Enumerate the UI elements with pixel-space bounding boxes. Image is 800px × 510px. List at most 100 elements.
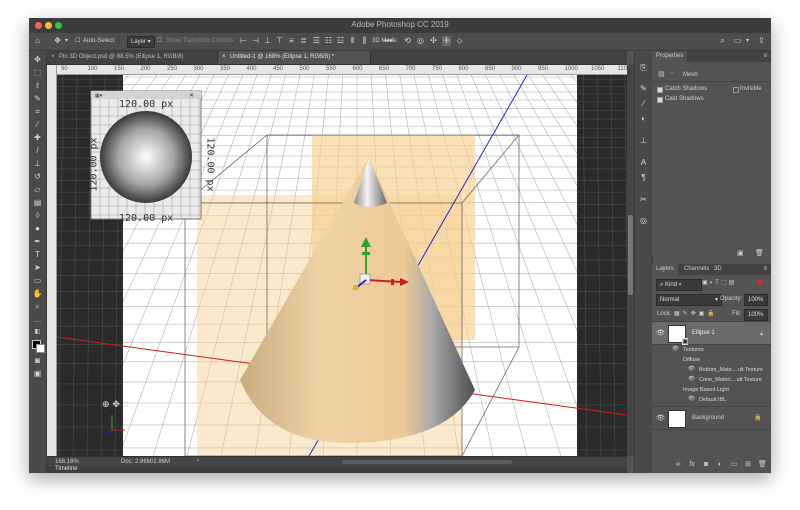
default-colors-icon[interactable]: ◧ — [32, 327, 43, 338]
eraser-tool-icon[interactable]: ▱ — [32, 184, 43, 195]
auto-select-checkbox[interactable]: ☐ — [75, 36, 80, 47]
secondary-view-close-icon[interactable]: ✕ — [189, 92, 194, 99]
doc-size[interactable]: Doc: 2.86M/2.86M — [121, 459, 170, 465]
pen-tool-icon[interactable]: ✒ — [32, 236, 43, 247]
slide-3d-icon[interactable]: ✛ — [442, 36, 451, 46]
properties-tab[interactable]: Properties — [652, 51, 688, 62]
adjustments-panel-icon[interactable]: ◐ — [638, 113, 649, 124]
filter-kind-dropdown[interactable]: ⌕ Kind ▾ — [656, 279, 702, 291]
orbit-3d-icon[interactable]: ⟲ — [403, 36, 412, 46]
new-group-icon[interactable]: ▭ — [730, 461, 738, 469]
textures-eye-icon[interactable]: 👁 — [672, 346, 679, 352]
cone-texture-label[interactable]: Cone_Materi....ult Texture — [699, 377, 762, 383]
bottom-texture-label[interactable]: Bottom_Mate....ult Texture — [699, 367, 763, 373]
clone-source-icon[interactable]: ⊥ — [638, 135, 649, 146]
path-selection-tool-icon[interactable]: ➤ — [32, 262, 43, 273]
gradient-tool-icon[interactable]: ▤ — [32, 197, 43, 208]
chevron-down-icon[interactable]: ▾ — [62, 36, 71, 46]
layers-tab[interactable]: Layers — [652, 264, 679, 275]
link-layers-icon[interactable]: ∞ — [674, 461, 682, 469]
cone-texture-eye-icon[interactable]: 👁 — [688, 376, 695, 382]
brush-tool-icon[interactable]: / — [32, 145, 43, 156]
auto-select-dropdown[interactable]: Layer ▾ — [127, 36, 155, 48]
layer-name[interactable]: Background — [692, 415, 724, 421]
bottom-texture-eye-icon[interactable]: 👁 — [688, 366, 695, 372]
history-panel-icon[interactable]: ⎘ — [638, 62, 649, 73]
distribute-bottom-icon[interactable]: ☳ — [336, 36, 345, 46]
secondary-view[interactable]: ▦▾ ✕ — [90, 90, 202, 220]
distribute-right-icon[interactable]: ⫼ — [360, 36, 369, 46]
close-tab-icon[interactable]: × — [222, 51, 226, 64]
background-color-swatch[interactable] — [36, 344, 45, 353]
brush-settings-icon[interactable]: ⁄ — [638, 98, 649, 109]
roll-3d-icon[interactable]: ◎ — [416, 36, 425, 46]
add-mask-icon[interactable]: ◙ — [702, 461, 710, 469]
edit-toolbar-icon[interactable]: … — [32, 314, 43, 325]
brush-panel-icon[interactable]: ✎ — [638, 83, 649, 94]
show-transform-checkbox[interactable]: ☐ — [157, 36, 162, 47]
home-icon[interactable]: ⌂ — [33, 36, 42, 46]
layers-menu-icon[interactable]: ≡ — [759, 264, 771, 275]
tool-presets-icon[interactable]: ✂ — [638, 194, 649, 205]
doc-tab-pin-3d[interactable]: × Pin 3D Object.psd @ 88.5% (Ellipse 1, … — [47, 51, 218, 64]
visibility-eye-icon[interactable]: 👁 — [656, 414, 665, 422]
screen-mode-icon[interactable]: ▣ — [32, 368, 43, 379]
paragraph-panel-icon[interactable]: ¶ — [638, 172, 649, 183]
status-arrow-icon[interactable]: › — [197, 458, 199, 464]
adjustment-layer-icon[interactable]: ◐ — [716, 461, 724, 469]
workspace-icon[interactable]: ▭ — [733, 36, 742, 46]
zoom-tool-icon[interactable]: ⌕ — [32, 301, 43, 312]
3d-tab[interactable]: 3D — [710, 264, 726, 275]
lasso-tool-icon[interactable]: ℓ — [32, 80, 43, 91]
healing-brush-tool-icon[interactable]: ✚ — [32, 132, 43, 143]
new-layer-icon[interactable]: ⊞ — [744, 461, 752, 469]
scale-3d-icon[interactable]: ⬦ — [455, 36, 464, 46]
align-right-icon[interactable]: ⊥ — [263, 36, 272, 46]
opacity-input[interactable]: 100% — [744, 294, 768, 306]
blend-mode-dropdown[interactable]: Normal ▾ — [656, 294, 722, 306]
vertical-scrollbar[interactable] — [627, 65, 634, 456]
visibility-eye-icon[interactable]: 👁 — [656, 329, 665, 337]
distribute-top-icon[interactable]: ☰ — [312, 36, 321, 46]
history-brush-tool-icon[interactable]: ↺ — [32, 171, 43, 182]
clone-stamp-tool-icon[interactable]: ⊥ — [32, 158, 43, 169]
move-tool-icon[interactable]: ✥ — [53, 36, 62, 46]
eyedropper-tool-icon[interactable]: ⁄ — [32, 119, 43, 130]
fill-input[interactable]: 100% — [744, 309, 768, 321]
distribute-left-icon[interactable]: ⫴ — [348, 36, 357, 46]
channels-tab[interactable]: Channels — [680, 264, 713, 275]
properties-delete-icon[interactable]: 🗑 — [755, 249, 764, 257]
3d-scene[interactable]: ⊕ ✥ ⇳ ▦▾ ✕ — [57, 75, 627, 456]
quick-select-tool-icon[interactable]: ✎ — [32, 93, 43, 104]
invisible-checkbox[interactable] — [733, 87, 739, 93]
panel-menu-icon[interactable]: ≡ — [759, 51, 771, 62]
align-center-icon[interactable]: ⊣ — [251, 36, 260, 46]
scroll-thumb[interactable] — [628, 215, 633, 295]
horizontal-scrollbar[interactable] — [342, 460, 512, 464]
filter-toggle-icon[interactable] — [757, 279, 763, 285]
close-tab-icon[interactable]: × — [51, 51, 55, 64]
align-left-icon[interactable]: ⊢ — [239, 36, 248, 46]
layer-name[interactable]: Ellipse 1 — [692, 330, 715, 336]
view-navigation-icons[interactable]: ⊕ ✥ ⇳ — [102, 400, 130, 410]
type-tool-icon[interactable]: T — [32, 249, 43, 260]
default-ibl-eye-icon[interactable]: 👁 — [688, 396, 695, 402]
zoom-level[interactable]: 168.16% — [55, 459, 79, 465]
share-icon[interactable]: ⇪ — [757, 36, 766, 46]
secondary-view-menu-icon[interactable]: ▦▾ — [95, 93, 103, 99]
marquee-tool-icon[interactable]: ⬚ — [32, 67, 43, 78]
move-tool-icon[interactable]: ✥ — [32, 54, 43, 65]
cast-shadows-checkbox[interactable] — [657, 97, 663, 103]
filter-type-icons[interactable]: ▣◐T⬚▤ — [702, 279, 736, 286]
crop-tool-icon[interactable]: ⌗ — [32, 106, 43, 117]
distribute-middle-icon[interactable]: ☷ — [324, 36, 333, 46]
search-icon[interactable]: ⌕ — [718, 36, 727, 46]
layer-row-background[interactable]: 👁 Background 🔒 — [652, 406, 771, 430]
document-canvas[interactable]: ⊕ ✥ ⇳ ▦▾ ✕ 120.00 px 120.00 px 120.00 px… — [57, 75, 627, 456]
blur-tool-icon[interactable]: ◊ — [32, 210, 43, 221]
quick-mask-icon[interactable]: ◙ — [32, 355, 43, 366]
lock-icons[interactable]: ▦✎✥▣🔒 — [674, 310, 718, 317]
workspace-chevron-icon[interactable]: ▾ — [743, 36, 752, 46]
shape-tool-icon[interactable]: ▭ — [32, 275, 43, 286]
default-ibl-label[interactable]: Default IBL — [699, 397, 726, 403]
